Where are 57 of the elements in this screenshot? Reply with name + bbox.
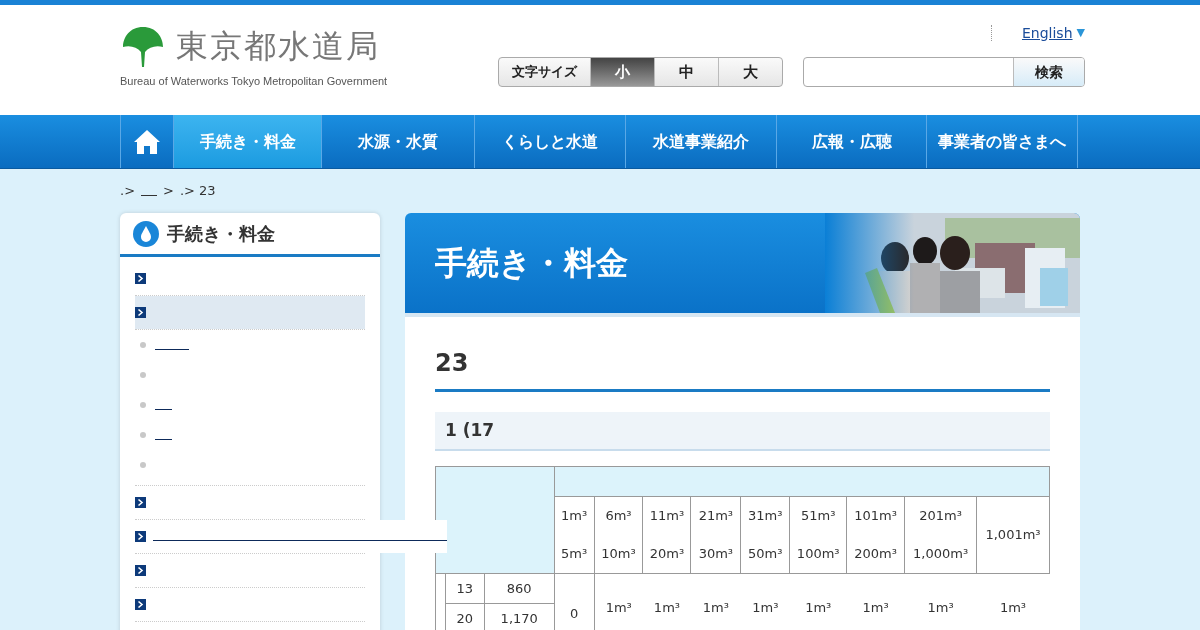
search-button[interactable]: 検索 <box>1013 58 1084 86</box>
language-link[interactable]: English <box>1021 22 1073 44</box>
table-cell: 1m³ <box>789 573 847 630</box>
nav-tab[interactable]: くらしと水道 <box>475 115 626 168</box>
range-cell: 201m³ 1,000m³ <box>904 496 977 574</box>
range-cell: 101m³ 200m³ <box>846 496 905 574</box>
range-cell: 31m³ 50m³ <box>740 496 790 574</box>
table-cell: 13 <box>445 573 485 604</box>
nav-tab[interactable]: 手続き・料金 <box>174 115 322 168</box>
bullet-icon <box>140 462 146 468</box>
home-icon <box>133 128 161 155</box>
range-cell: 21m³ 30m³ <box>690 496 741 574</box>
range-cell: 51m³ 100m³ <box>789 496 847 574</box>
bullet-icon <box>140 372 146 378</box>
range-cell: 11m³ 20m³ <box>643 496 691 574</box>
arrow-icon <box>135 273 146 284</box>
leaf-icon <box>122 25 164 67</box>
table-cell: 860 <box>484 573 555 604</box>
table-cell: 1m³ <box>690 573 741 630</box>
arrow-icon <box>135 565 146 576</box>
breadcrumb-text: > <box>163 182 174 201</box>
drop-icon <box>133 220 159 247</box>
breadcrumb-text: .> 23 <box>179 182 216 201</box>
search-field[interactable]: 検索 <box>803 57 1085 87</box>
nav-tab[interactable]: 事業者の皆さまへ <box>927 115 1078 168</box>
caret-icon: ▼ <box>1076 24 1085 42</box>
font-size-label: 文字サイズ <box>511 63 579 82</box>
table-cell: 1m³ <box>904 573 977 630</box>
nav-tab[interactable]: 水源・水質 <box>322 115 475 168</box>
nav-tab[interactable]: 水道事業紹介 <box>626 115 777 168</box>
font-size-button[interactable]: 大 <box>718 58 782 86</box>
bullet-icon <box>140 342 146 348</box>
font-size-button[interactable]: 小 <box>590 58 654 86</box>
arrow-icon <box>135 599 146 610</box>
font-size-button[interactable]: 中 <box>654 58 718 86</box>
table-cell: 1m³ <box>594 573 643 630</box>
bullet-icon <box>140 402 146 408</box>
arrow-icon <box>135 497 146 508</box>
range-cell: 1,001m³ <box>976 496 1050 574</box>
table-cell: 1m³ <box>740 573 790 630</box>
banner-title: 手続き・料金 <box>435 243 628 284</box>
table-cell: 1m³ <box>976 573 1050 630</box>
range-cell: 6m³ 10m³ <box>594 496 643 574</box>
logo-subtitle: Bureau of Waterworks Tokyo Metropolitan Government <box>120 74 388 89</box>
bullet-icon <box>140 432 146 438</box>
logo-title: 東京都水道局 <box>176 30 380 62</box>
table-cell: 0 <box>554 573 595 630</box>
range-cell: 1m³ 5m³ <box>554 496 595 574</box>
table-cell: 1m³ <box>846 573 905 630</box>
page-heading: 23 <box>435 345 1050 392</box>
arrow-icon <box>135 531 146 542</box>
breadcrumb-text: .> <box>120 182 136 201</box>
arrow-icon <box>135 307 146 318</box>
nav-tab[interactable]: 広報・広聴 <box>777 115 927 168</box>
sidebar-title: 手続き・料金 <box>167 222 275 246</box>
section-heading: 1 (17 <box>435 412 1050 451</box>
table-cell: 1m³ <box>643 573 691 630</box>
